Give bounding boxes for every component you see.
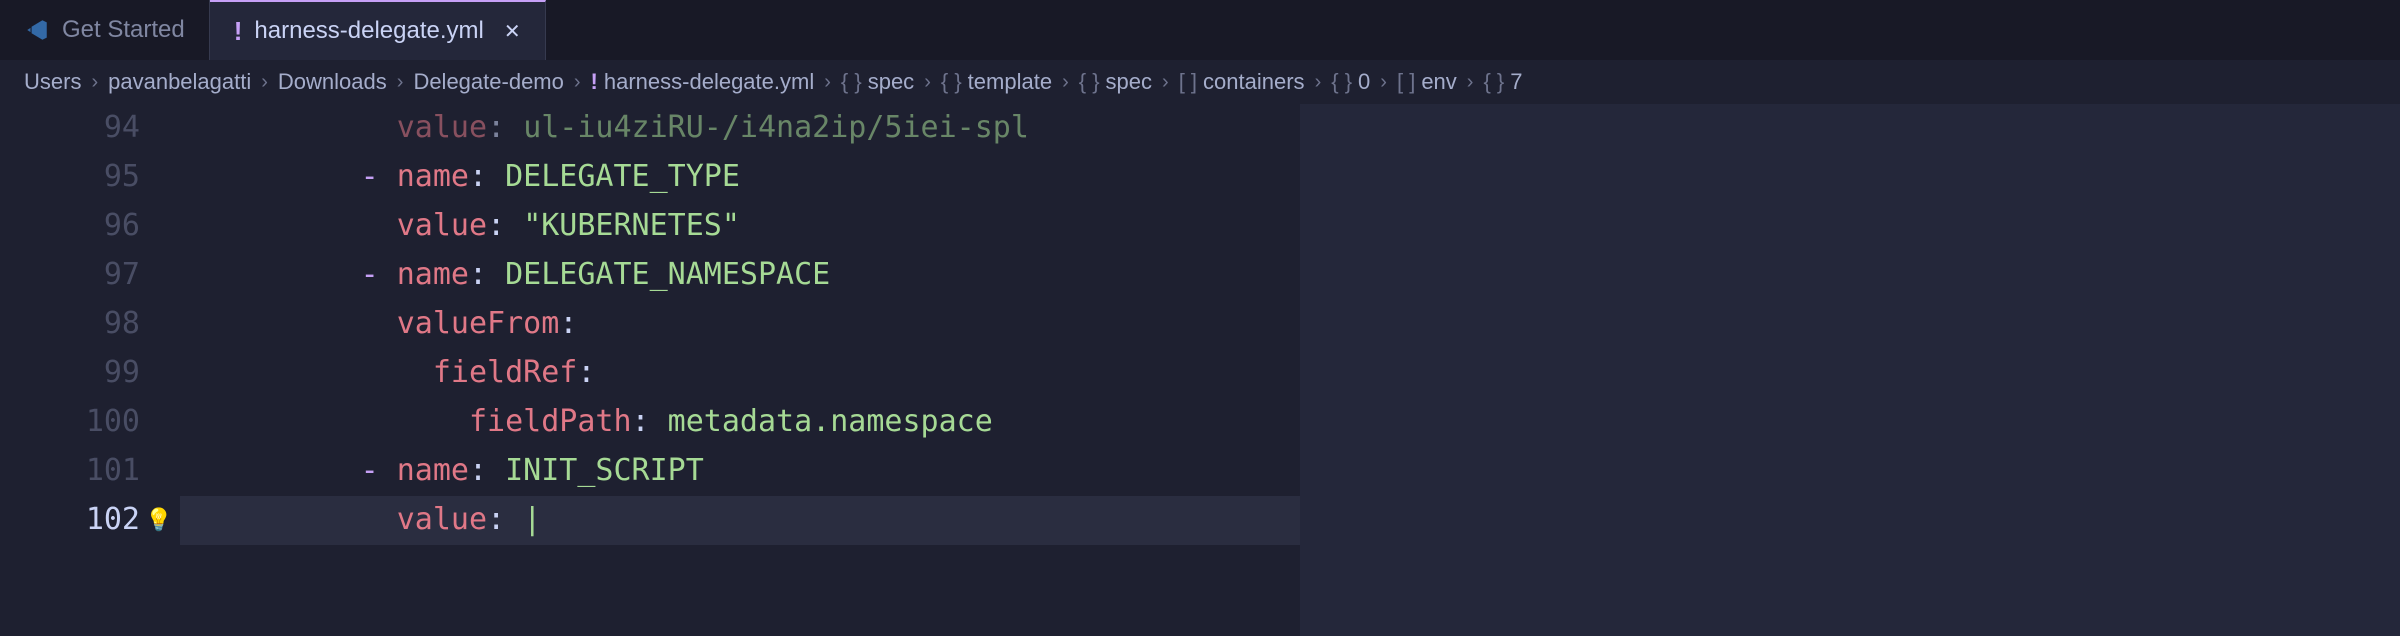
chevron-right-icon: ›	[1376, 71, 1391, 94]
line-number[interactable]: 100	[0, 398, 140, 447]
line-number[interactable]: 96	[0, 202, 140, 251]
minimap-area[interactable]	[1300, 104, 2400, 636]
lightbulb-icon[interactable]: 💡	[145, 503, 172, 539]
chevron-right-icon: ›	[393, 71, 408, 94]
chevron-right-icon: ›	[920, 71, 935, 94]
chevron-right-icon: ›	[570, 71, 585, 94]
breadcrumb-item[interactable]: !harness-delegate.yml	[591, 69, 815, 95]
tab-label: harness-delegate.yml	[254, 17, 483, 45]
line-number[interactable]: 98	[0, 300, 140, 349]
breadcrumb-item[interactable]: Downloads	[278, 69, 387, 95]
close-icon[interactable]: ✕	[504, 19, 521, 44]
chevron-right-icon: ›	[87, 71, 102, 94]
line-number[interactable]: 102	[0, 496, 140, 545]
tab-bar: Get Started ! harness-delegate.yml ✕	[0, 0, 2400, 60]
breadcrumb-item[interactable]: [ ]containers	[1179, 69, 1305, 95]
breadcrumb-item[interactable]: pavanbelagatti	[108, 69, 251, 95]
line-number[interactable]: 94	[0, 104, 140, 153]
line-number-gutter: 94 95 96 97 98 99 100 101 102	[0, 104, 180, 545]
line-number[interactable]: 101	[0, 447, 140, 496]
breadcrumb-item[interactable]: { }template	[941, 69, 1052, 95]
braces-icon: { }	[1483, 69, 1504, 95]
chevron-right-icon: ›	[820, 71, 835, 94]
chevron-right-icon: ›	[1058, 71, 1073, 94]
breadcrumb-item[interactable]: { }spec	[1079, 69, 1152, 95]
vscode-icon	[24, 17, 50, 43]
breadcrumb-item[interactable]: { }7	[1483, 69, 1522, 95]
chevron-right-icon: ›	[257, 71, 272, 94]
breadcrumbs[interactable]: Users › pavanbelagatti › Downloads › Del…	[0, 60, 2400, 104]
tab-harness-delegate[interactable]: ! harness-delegate.yml ✕	[210, 0, 546, 60]
chevron-right-icon: ›	[1158, 71, 1173, 94]
line-number[interactable]: 97	[0, 251, 140, 300]
braces-icon: { }	[1079, 69, 1100, 95]
chevron-right-icon: ›	[1311, 71, 1326, 94]
breadcrumb-item[interactable]: Delegate-demo	[413, 69, 563, 95]
tab-get-started[interactable]: Get Started	[0, 0, 210, 60]
breadcrumb-item[interactable]: Users	[24, 69, 81, 95]
brackets-icon: [ ]	[1179, 69, 1197, 95]
tab-label: Get Started	[62, 16, 185, 44]
breadcrumb-item[interactable]: { }spec	[841, 69, 914, 95]
line-number[interactable]: 95	[0, 153, 140, 202]
line-number[interactable]: 99	[0, 349, 140, 398]
breadcrumb-item[interactable]: [ ]env	[1397, 69, 1457, 95]
braces-icon: { }	[941, 69, 962, 95]
breadcrumb-item[interactable]: { }0	[1331, 69, 1370, 95]
brackets-icon: [ ]	[1397, 69, 1415, 95]
yaml-file-icon: !	[234, 16, 243, 47]
braces-icon: { }	[841, 69, 862, 95]
yaml-file-icon: !	[591, 69, 598, 95]
chevron-right-icon: ›	[1463, 71, 1478, 94]
braces-icon: { }	[1331, 69, 1352, 95]
